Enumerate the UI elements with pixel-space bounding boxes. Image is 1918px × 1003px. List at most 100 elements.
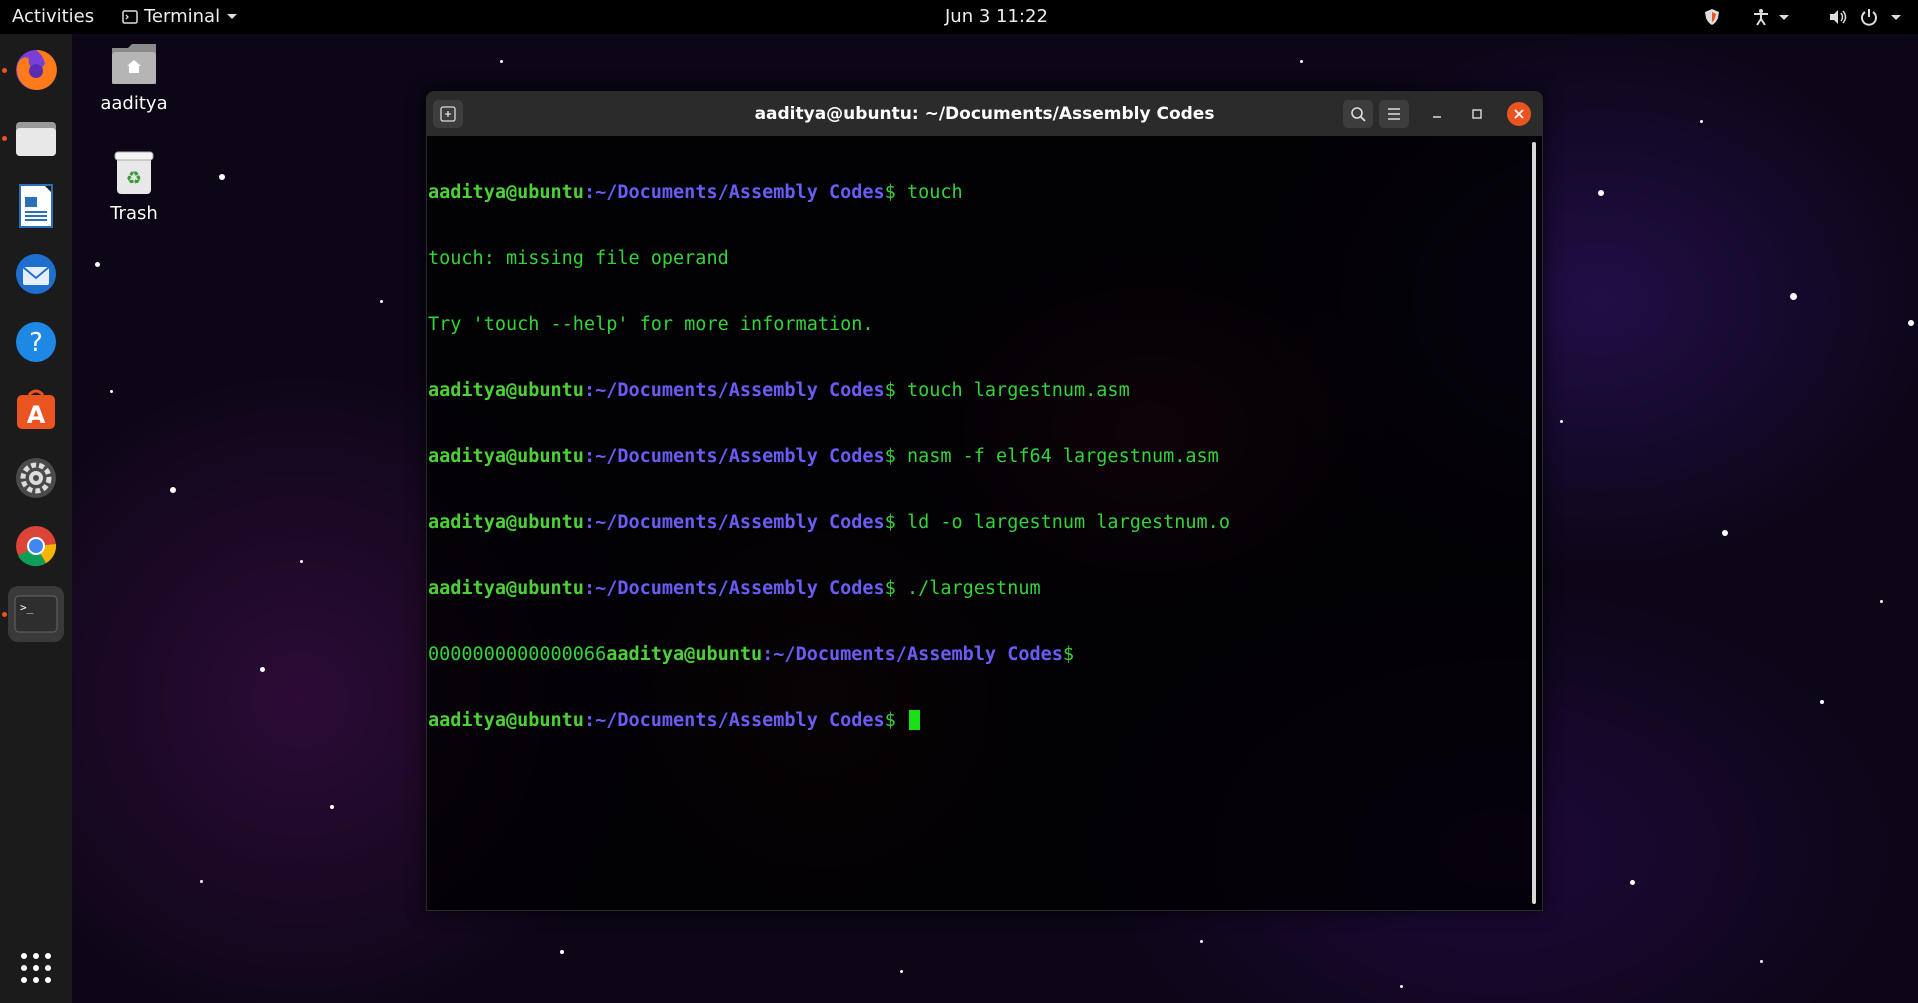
chevron-down-icon — [227, 13, 238, 19]
firefox-icon — [16, 49, 57, 90]
accessibility-icon[interactable] — [1752, 8, 1770, 30]
star — [1908, 320, 1914, 326]
dock-item-settings[interactable] — [8, 450, 64, 506]
terminal-line: aaditya@ubuntu:~/Documents/Assembly Code… — [428, 182, 1230, 204]
dock-item-files[interactable] — [8, 110, 64, 166]
dock-item-writer[interactable] — [8, 178, 64, 234]
dock-item-thunderbird[interactable] — [8, 246, 64, 302]
terminal-window[interactable]: aaditya@ubuntu: ~/Documents/Assembly Cod… — [426, 91, 1543, 911]
close-button[interactable] — [1507, 102, 1531, 126]
desktop-icon-label: aaditya — [100, 93, 168, 114]
prompt-user: aaditya@ubuntu — [428, 710, 584, 731]
window-titlebar[interactable]: aaditya@ubuntu: ~/Documents/Assembly Cod… — [427, 92, 1542, 136]
command-text: ./largestnum — [895, 578, 1041, 599]
terminal-line: 0000000000000066aaditya@ubuntu:~/Documen… — [428, 644, 1230, 666]
app-grid-icon — [21, 953, 51, 983]
terminal-line: aaditya@ubuntu:~/Documents/Assembly Code… — [428, 380, 1230, 402]
close-icon — [1514, 109, 1524, 119]
hamburger-menu-icon — [1388, 108, 1400, 120]
menu-button[interactable] — [1379, 100, 1409, 128]
terminal-output: aaditya@ubuntu:~/Documents/Assembly Code… — [428, 138, 1230, 776]
star — [500, 60, 503, 63]
star — [1760, 960, 1763, 963]
prompt-path: :~/Documents/Assembly Codes — [583, 380, 885, 401]
trash-icon: ♻ — [114, 151, 154, 194]
prompt-user: aaditya@ubuntu — [428, 512, 584, 533]
home-folder-icon — [112, 44, 156, 84]
output-text: Try 'touch --help' for more information. — [428, 314, 874, 335]
running-indicator — [2, 612, 7, 617]
command-text: touch — [895, 182, 963, 203]
thunderbird-icon — [16, 254, 56, 294]
app-menu-label: Terminal — [144, 6, 221, 27]
chevron-down-icon[interactable] — [1890, 8, 1902, 30]
maximize-button[interactable] — [1465, 102, 1489, 126]
prompt-path: :~/Documents/Assembly Codes — [583, 512, 885, 533]
scrollbar[interactable] — [1532, 142, 1536, 904]
activities-button[interactable]: Activities — [12, 6, 94, 27]
desktop-icon-home[interactable]: aaditya — [89, 42, 179, 114]
terminal-small-icon — [122, 9, 138, 24]
dock-item-firefox[interactable] — [8, 42, 64, 98]
terminal-icon: >_ — [14, 595, 58, 633]
svg-text:?: ? — [29, 328, 43, 358]
terminal-line: aaditya@ubuntu:~/Documents/Assembly Code… — [428, 578, 1230, 600]
minimize-icon — [1433, 116, 1441, 118]
dock-item-terminal[interactable]: >_ — [8, 586, 64, 642]
dock-item-chrome[interactable] — [8, 518, 64, 574]
window-title: aaditya@ubuntu: ~/Documents/Assembly Cod… — [754, 104, 1215, 124]
star — [1700, 120, 1703, 123]
shield-icon[interactable] — [1704, 8, 1720, 30]
star — [1880, 600, 1883, 603]
prompt-user: aaditya@ubuntu — [428, 182, 584, 203]
star — [300, 560, 303, 563]
star — [1790, 293, 1797, 300]
settings-icon — [16, 458, 56, 498]
terminal-line: Try 'touch --help' for more information. — [428, 314, 1230, 336]
volume-icon[interactable] — [1828, 8, 1848, 30]
prompt-path: :~/Documents/Assembly Codes — [762, 644, 1063, 665]
star — [1598, 190, 1604, 196]
dock: ? A >_ — [0, 34, 72, 1003]
prompt-user: aaditya@ubuntu — [428, 446, 584, 467]
software-center-icon: A — [17, 389, 55, 429]
command-text: nasm -f elf64 largestnum.asm — [895, 446, 1219, 467]
command-text: ld -o largestnum largestnum.o — [895, 512, 1230, 533]
dock-item-help[interactable]: ? — [8, 314, 64, 370]
prompt-symbol: $ — [884, 710, 896, 731]
dock-item-software[interactable]: A — [8, 382, 64, 438]
clock[interactable]: Jun 3 11:22 — [945, 6, 1048, 27]
help-icon: ? — [16, 322, 56, 362]
star — [170, 487, 176, 493]
desktop-icon-label: Trash — [110, 203, 158, 224]
star — [1300, 60, 1303, 63]
program-output: 0000000000000066 — [428, 644, 607, 665]
search-button[interactable] — [1343, 100, 1373, 128]
star — [900, 970, 903, 973]
prompt-symbol: $ — [884, 380, 896, 401]
show-applications-button[interactable] — [8, 940, 64, 996]
terminal-line: touch: missing file operand — [428, 248, 1230, 270]
svg-text:>_: >_ — [20, 601, 34, 614]
prompt-symbol: $ — [1062, 644, 1075, 665]
files-icon — [16, 122, 56, 156]
app-menu[interactable]: Terminal — [122, 6, 238, 27]
star — [260, 667, 265, 672]
prompt-user: aaditya@ubuntu — [428, 380, 584, 401]
chevron-down-icon[interactable] — [1778, 8, 1790, 30]
text-cursor[interactable] — [908, 710, 920, 730]
terminal-body[interactable]: aaditya@ubuntu:~/Documents/Assembly Code… — [427, 136, 1542, 910]
star — [95, 262, 100, 267]
running-indicator — [2, 68, 7, 73]
minimize-button[interactable] — [1425, 102, 1449, 126]
desktop-icon-trash[interactable]: ♻ Trash — [89, 148, 179, 224]
power-icon[interactable] — [1860, 8, 1878, 30]
command-text — [896, 710, 907, 731]
terminal-line: aaditya@ubuntu:~/Documents/Assembly Code… — [428, 446, 1230, 468]
prompt-user: aaditya@ubuntu — [606, 644, 763, 665]
star — [1820, 700, 1824, 704]
star — [1722, 530, 1728, 536]
star — [110, 390, 113, 393]
chrome-icon — [16, 526, 57, 567]
star — [200, 880, 203, 883]
